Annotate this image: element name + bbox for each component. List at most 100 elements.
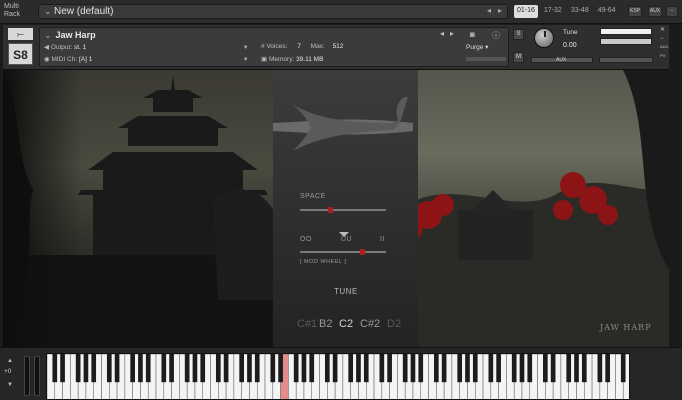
- pv-toggle[interactable]: PV: [660, 53, 665, 58]
- black-key[interactable]: [138, 354, 143, 383]
- black-key[interactable]: [348, 354, 354, 383]
- volume-slider[interactable]: [599, 57, 653, 63]
- solo-button[interactable]: S: [513, 29, 524, 40]
- black-key[interactable]: [496, 354, 501, 383]
- note-option[interactable]: C#1: [297, 318, 317, 330]
- next-arrow-icon[interactable]: ▸: [498, 6, 502, 15]
- rack-name-field[interactable]: ⌄ New (default) ◂ ▸: [38, 4, 508, 19]
- black-key[interactable]: [379, 354, 385, 383]
- mod-wheel[interactable]: [34, 356, 40, 396]
- black-key[interactable]: [169, 354, 174, 383]
- vowel-slider-thumb[interactable]: [359, 249, 365, 255]
- black-key[interactable]: [511, 354, 517, 383]
- vowel-slider-track[interactable]: [300, 251, 386, 253]
- black-key[interactable]: [52, 354, 58, 383]
- camera-icon[interactable]: ◙: [470, 30, 475, 39]
- midi-row[interactable]: ◉ MIDI Ch: [A] 1: [44, 55, 92, 63]
- info-icon[interactable]: ⓘ: [492, 30, 500, 41]
- black-key[interactable]: [301, 354, 307, 383]
- black-key[interactable]: [620, 354, 626, 383]
- output-row[interactable]: ◀ Output: st. 1: [44, 43, 86, 51]
- black-key[interactable]: [200, 354, 206, 383]
- black-key[interactable]: [270, 354, 276, 383]
- octave-down-icon[interactable]: ▼: [7, 382, 13, 388]
- black-key[interactable]: [387, 354, 392, 383]
- wrench-icon[interactable]: ⤚: [8, 28, 33, 40]
- black-key[interactable]: [457, 354, 463, 383]
- black-key[interactable]: [519, 354, 525, 383]
- midi-value[interactable]: [A] 1: [79, 56, 92, 63]
- black-key[interactable]: [83, 354, 89, 383]
- black-key[interactable]: [472, 354, 478, 383]
- black-key[interactable]: [550, 354, 556, 383]
- tab-page-1[interactable]: 01-16: [514, 5, 538, 18]
- black-key[interactable]: [60, 354, 65, 383]
- black-key[interactable]: [356, 354, 361, 383]
- output-value[interactable]: st. 1: [74, 44, 86, 51]
- black-key[interactable]: [161, 354, 167, 383]
- black-key[interactable]: [75, 354, 81, 383]
- black-key[interactable]: [293, 354, 299, 383]
- max-voices-value[interactable]: 512: [333, 43, 344, 50]
- prev-instrument-icon[interactable]: ◂: [440, 29, 444, 38]
- aux-toggle[interactable]: AUX: [660, 44, 668, 49]
- black-key[interactable]: [363, 354, 369, 383]
- purge-button[interactable]: Purge ▾: [466, 43, 488, 51]
- black-key[interactable]: [106, 354, 112, 383]
- tab-page-3[interactable]: 33-48: [568, 5, 592, 18]
- tune-knob[interactable]: [534, 28, 554, 48]
- black-key[interactable]: [215, 354, 221, 383]
- black-key[interactable]: [410, 354, 416, 383]
- black-key[interactable]: [192, 354, 198, 383]
- space-slider-thumb[interactable]: [328, 207, 334, 213]
- black-key[interactable]: [597, 354, 603, 383]
- black-key[interactable]: [402, 354, 408, 383]
- black-key[interactable]: [605, 354, 610, 383]
- black-key[interactable]: [566, 354, 572, 383]
- black-key[interactable]: [465, 354, 470, 383]
- instrument-name[interactable]: ⌄ Jaw Harp: [44, 30, 96, 41]
- octave-up-icon[interactable]: ▲: [7, 358, 13, 364]
- black-key[interactable]: [184, 354, 190, 383]
- black-key[interactable]: [130, 354, 135, 383]
- close-icon[interactable]: ✕: [660, 26, 665, 33]
- black-key[interactable]: [441, 354, 447, 383]
- note-option-selected[interactable]: C2: [339, 318, 353, 330]
- pitch-bend-wheel[interactable]: [24, 356, 30, 396]
- next-instrument-icon[interactable]: ▸: [450, 29, 454, 38]
- black-key[interactable]: [114, 354, 120, 383]
- prev-arrow-icon[interactable]: ◂: [487, 6, 491, 15]
- black-key[interactable]: [239, 354, 245, 383]
- space-slider-track[interactable]: [300, 209, 386, 211]
- black-key[interactable]: [309, 354, 315, 383]
- black-key[interactable]: [433, 354, 439, 383]
- chevron-down-icon[interactable]: ⌄: [44, 30, 52, 40]
- midi-dropdown-icon[interactable]: ▾: [244, 55, 247, 63]
- note-option[interactable]: C#2: [360, 318, 380, 330]
- black-key[interactable]: [332, 354, 338, 383]
- black-key[interactable]: [91, 354, 97, 383]
- output-dropdown-icon[interactable]: ▾: [244, 43, 247, 51]
- note-option[interactable]: D2: [387, 318, 401, 330]
- black-key[interactable]: [527, 354, 533, 383]
- black-key[interactable]: [418, 354, 424, 383]
- rack-menu-button[interactable]: −: [666, 6, 678, 17]
- tab-page-2[interactable]: 17-32: [541, 5, 565, 18]
- black-key[interactable]: [581, 354, 587, 383]
- black-key[interactable]: [223, 354, 229, 383]
- black-key[interactable]: [574, 354, 579, 383]
- instrument-logo[interactable]: ⤚ S8: [8, 28, 33, 66]
- black-key[interactable]: [254, 354, 260, 383]
- black-key[interactable]: [247, 354, 252, 383]
- tune-value[interactable]: 0.00: [563, 42, 577, 49]
- black-key[interactable]: [543, 354, 548, 383]
- aux-button[interactable]: AUX: [648, 6, 662, 17]
- black-key[interactable]: [145, 354, 151, 383]
- ksp-button[interactable]: KSP: [628, 6, 642, 17]
- chevron-down-icon[interactable]: ⌄: [44, 6, 52, 17]
- black-key[interactable]: [278, 354, 283, 383]
- black-key[interactable]: [324, 354, 330, 383]
- tab-page-4[interactable]: 49-64: [595, 5, 619, 18]
- piano-keyboard[interactable]: [46, 353, 630, 400]
- black-key[interactable]: [488, 354, 494, 383]
